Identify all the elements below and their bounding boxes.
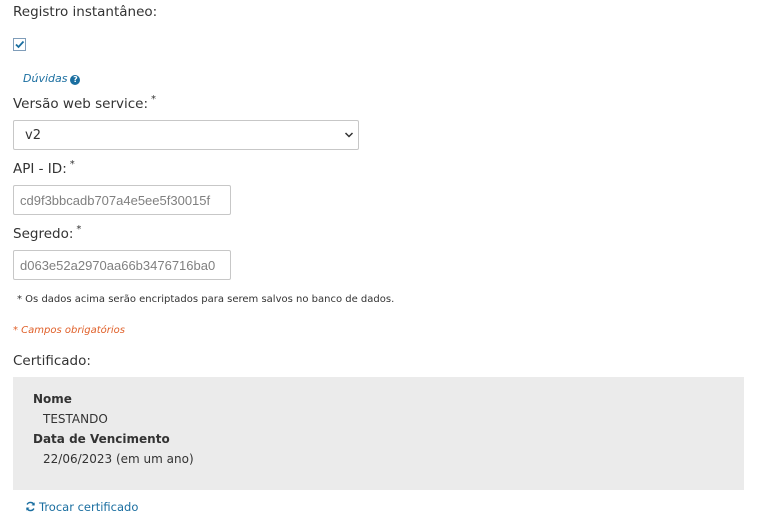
- secret-label: Segredo: *: [13, 224, 82, 242]
- help-link-label: Dúvidas: [23, 72, 68, 85]
- swap-certificate-label: Trocar certificado: [39, 500, 139, 514]
- certificate-name-value: TESTANDO: [43, 412, 108, 426]
- certificate-expiry-value: 22/06/2023 (em um ano): [43, 452, 194, 466]
- certificate-label: Certificado:: [13, 353, 91, 369]
- api-id-label-text: API - ID:: [13, 161, 67, 177]
- web-service-select[interactable]: v2: [13, 120, 359, 150]
- api-id-label: API - ID: *: [13, 159, 75, 177]
- required-mark: *: [69, 159, 75, 170]
- help-link[interactable]: Dúvidas?: [23, 67, 81, 86]
- instant-register-checkbox[interactable]: [13, 38, 26, 51]
- secret-input[interactable]: d063e52a2970aa66b3476716ba0: [13, 250, 231, 280]
- api-id-input[interactable]: cd9f3bbcadb707a4e5ee5f30015f: [13, 185, 231, 215]
- check-icon: [15, 40, 25, 49]
- certificate-name-key: Nome: [33, 392, 72, 406]
- swap-certificate-link[interactable]: Trocar certificado: [25, 496, 138, 515]
- required-mark: *: [76, 224, 82, 235]
- web-service-selected-value: v2: [25, 128, 41, 143]
- instant-register-label: Registro instantâneo:: [13, 4, 158, 20]
- required-fields-note: * Campos obrigatórios: [13, 325, 125, 336]
- api-id-value: cd9f3bbcadb707a4e5ee5f30015f: [20, 193, 211, 208]
- web-service-label-text: Versão web service:: [13, 96, 149, 112]
- secret-value: d063e52a2970aa66b3476716ba0: [20, 258, 216, 273]
- refresh-icon: [26, 501, 35, 512]
- chevron-down-icon: [344, 132, 354, 138]
- certificate-expiry-key: Data de Vencimento: [33, 432, 170, 446]
- encryption-note: * Os dados acima serão encriptados para …: [17, 294, 395, 305]
- web-service-label: Versão web service: *: [13, 94, 157, 112]
- certificate-panel: Nome TESTANDO Data de Vencimento 22/06/2…: [13, 377, 744, 490]
- secret-label-text: Segredo:: [13, 226, 74, 242]
- question-circle-icon: ?: [70, 75, 81, 85]
- required-mark: *: [151, 94, 157, 105]
